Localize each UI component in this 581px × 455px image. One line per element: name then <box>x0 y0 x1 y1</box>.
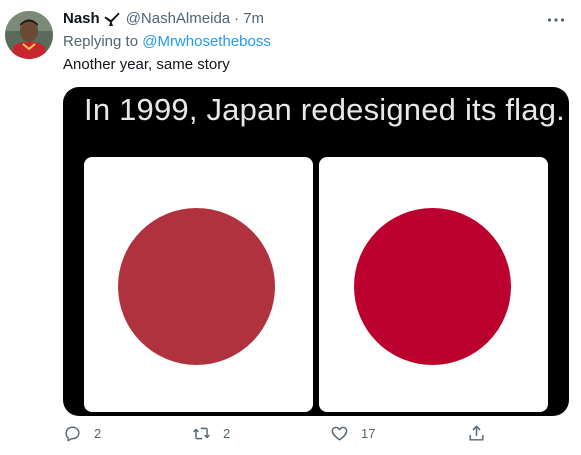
reply-button[interactable]: 2 <box>63 424 101 443</box>
new-flag-image <box>319 157 548 412</box>
reply-icon <box>65 426 80 442</box>
retweet-count: 2 <box>223 426 231 441</box>
tweet-header: Nash @NashAlmeida · 7m <box>63 10 264 27</box>
user-handle[interactable]: @NashAlmeida <box>126 10 230 27</box>
avatar-image <box>5 11 53 59</box>
new-flag-disc <box>354 208 511 365</box>
old-flag-disc <box>118 208 275 365</box>
share-button[interactable] <box>467 424 486 443</box>
separator-dot: · <box>234 10 240 27</box>
reply-count: 2 <box>94 426 102 441</box>
media-caption: In 1999, Japan redesigned its flag. <box>84 92 565 127</box>
more-options-icon[interactable] <box>546 10 566 30</box>
like-button[interactable]: 17 <box>330 424 375 443</box>
replying-prefix: Replying to <box>63 33 139 50</box>
tweet-actions: 2 2 17 <box>63 424 503 448</box>
retweet-button[interactable]: 2 <box>192 424 230 443</box>
old-flag-image <box>84 157 313 412</box>
retweet-icon <box>193 427 210 440</box>
timestamp[interactable]: 7m <box>243 10 264 27</box>
avatar[interactable] <box>5 11 53 59</box>
heart-icon <box>331 426 348 441</box>
share-icon <box>469 425 484 441</box>
replying-to-line: Replying to @Mrwhosetheboss <box>63 33 271 50</box>
tweet-media[interactable]: In 1999, Japan redesigned its flag. <box>63 87 569 416</box>
mention-link[interactable]: @Mrwhosetheboss <box>142 33 271 50</box>
verified-badge-icon <box>104 11 120 27</box>
display-name[interactable]: Nash <box>63 10 100 27</box>
like-count: 17 <box>361 426 376 441</box>
tweet-text: Another year, same story <box>63 56 230 73</box>
